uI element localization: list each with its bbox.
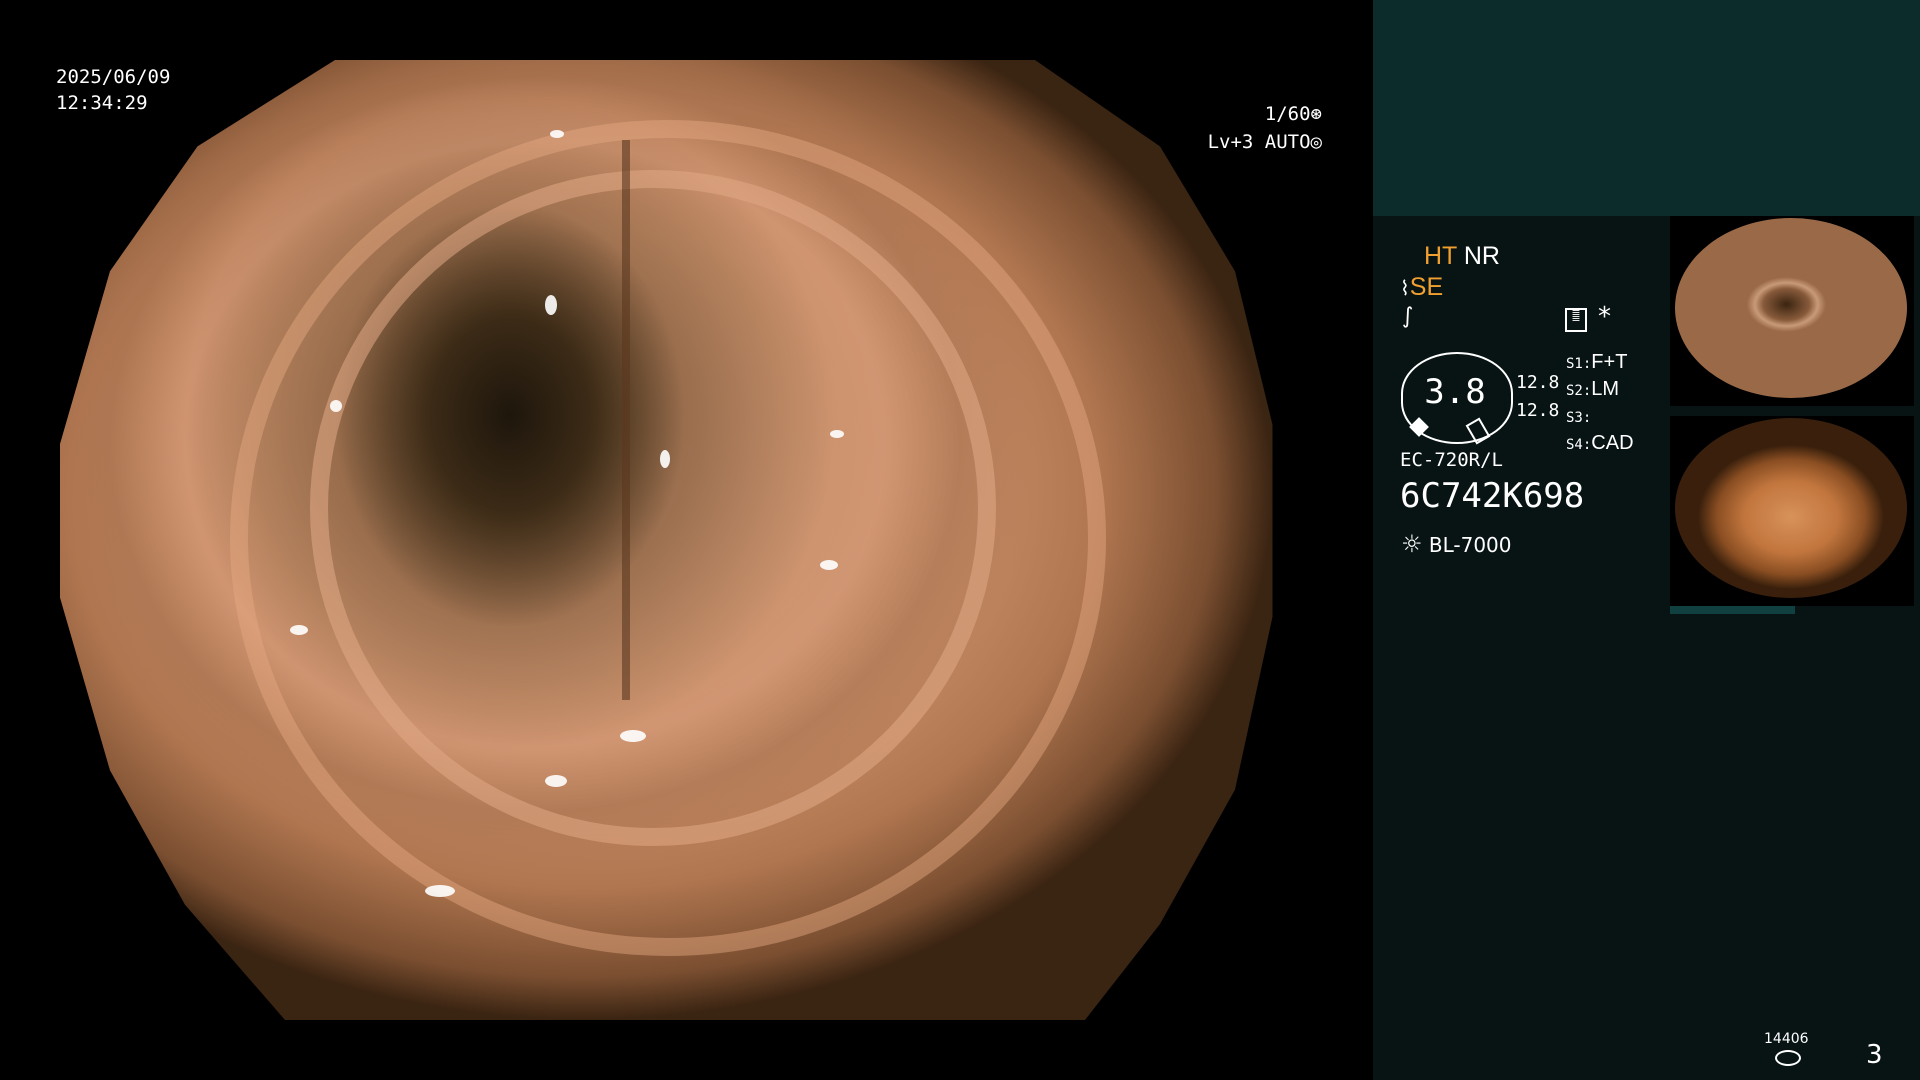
info-panel-header [1373,0,1920,216]
level-row: Lv+3 AUTO◎ [1180,128,1322,156]
asterisk-icon: * [1598,302,1611,332]
light-reflection [660,450,670,468]
captured-thumbnail[interactable] [1670,416,1914,606]
fold-edge [622,140,630,700]
light-reflection [830,430,844,438]
mode-se: SE [1409,273,1444,301]
switch-row: S4:CAD [1566,431,1634,458]
thumbnail-image [1675,418,1907,598]
switch-value: CAD [1591,432,1634,454]
scope-serial: 6C742K698 [1400,476,1585,516]
switch-key: S1: [1566,356,1592,372]
date-text: 2025/06/09 [56,66,171,88]
switch-key: S2: [1566,383,1592,399]
switch-list: S1:F+T S2:LM S3: S4:CAD [1566,350,1634,458]
lamp-icon: ☼ [1401,530,1423,558]
switch-key: S4: [1566,437,1592,453]
timestamp: 2025/06/09 12:34:29 [56,64,170,116]
captured-thumbnail[interactable] [1670,216,1914,406]
endoscope-image [60,60,1273,1020]
curve-icon: ∫ [1402,304,1414,329]
mode-nr: NR [1463,242,1500,270]
light-reflection [620,730,646,742]
mucosal-fold [230,120,1106,956]
switch-row: S2:LM [1566,377,1634,404]
light-reflection [820,560,838,570]
gauge-top-right-value: 12.8 [1516,372,1560,393]
light-reflection [290,625,308,635]
mode-row-2: ⌇SE [1400,273,1443,302]
switch-row: S1:F+T [1566,350,1634,377]
switch-key: S3: [1566,410,1592,426]
shutter-text: 1/60 [1264,103,1311,125]
light-source-text: BL-7000 [1428,533,1512,557]
switch-value: F+T [1591,351,1628,373]
gauge-value: 3.8 [1424,372,1486,412]
storage-count: 14406 [1764,1031,1809,1047]
exposure-info: 1/60⊛ Lv+3 AUTO◎ [1180,100,1322,156]
exposure-mode-text: AUTO [1264,131,1311,153]
scope-tip-icon: ⌇ [1400,278,1410,300]
time-text: 12:34:29 [56,92,148,114]
mode-ht: HT [1424,242,1457,270]
storage-icon [1775,1050,1801,1066]
image-count: 3 [1866,1040,1883,1070]
scope-model: EC-720R/L [1400,449,1503,471]
light-reflection [545,295,557,315]
iris-icon: ◎ [1310,131,1322,153]
light-reflection [330,400,342,412]
gauge-bottom-right-value: 12.8 [1516,400,1560,421]
thumbnail-image [1675,218,1907,398]
switch-row: S3: [1566,404,1634,431]
light-reflection [425,885,455,897]
level-text: Lv+3 [1207,131,1254,153]
shutter-icon: ⊛ [1310,103,1322,125]
light-reflection [550,130,564,138]
menu-icon: ≡ ≡ [1565,307,1587,332]
light-source: ☼ BL-7000 [1401,530,1512,558]
thumbnail-progress-bar [1670,606,1795,614]
switch-value: LM [1591,378,1620,400]
mode-row-1: HT NR [1424,242,1500,271]
shutter-row: 1/60⊛ [1180,100,1322,128]
light-reflection [545,775,567,787]
